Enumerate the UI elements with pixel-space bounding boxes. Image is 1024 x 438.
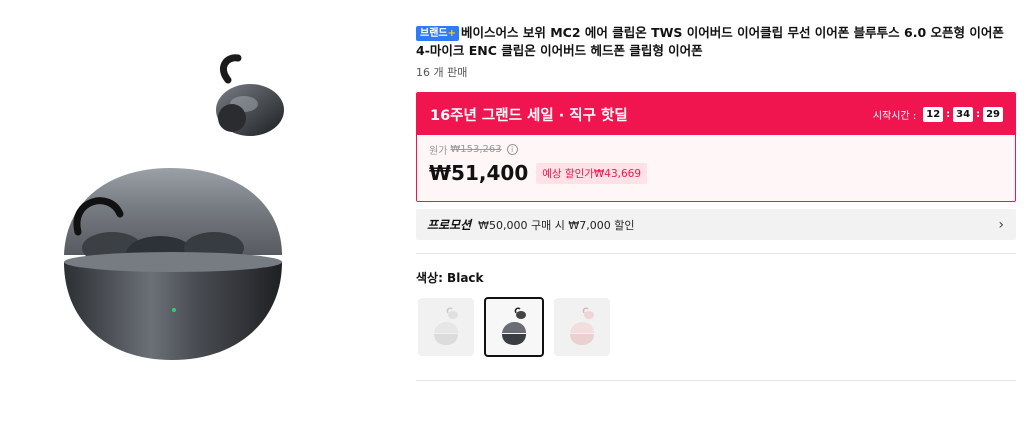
- color-swatches: [418, 297, 610, 357]
- price-row: ₩51,400 예상 할인가₩43,669: [429, 161, 1003, 185]
- original-price-label: 원가: [429, 146, 448, 157]
- timer-seconds: 29: [983, 106, 1003, 122]
- white-earbuds-thumbnail-icon: [434, 307, 458, 345]
- timer-minutes: 34: [953, 106, 974, 122]
- black-earbuds-thumbnail-icon: [502, 307, 526, 345]
- deal-body: 원가 ₩153,263 i ₩51,400 예상 할인가₩43,669: [417, 135, 1015, 201]
- timer-label: 시작시간 :: [872, 110, 917, 122]
- pink-earbuds-thumbnail-icon: [570, 307, 594, 345]
- timer-separator: :: [946, 108, 951, 120]
- brand-plus-icon: +: [447, 28, 456, 39]
- color-label: 색상: Black: [416, 271, 484, 285]
- original-price-row: 원가 ₩153,263 i: [429, 142, 1003, 157]
- original-price: ₩153,263: [450, 144, 502, 155]
- product-title: 브랜드+ 베이스어스 보위 MC2 에어 클립온 TWS 이어버드 이어클립 무선…: [416, 24, 1016, 60]
- divider: [416, 253, 1016, 254]
- chevron-right-icon[interactable]: ›: [998, 217, 1004, 233]
- timer-separator: :: [976, 108, 981, 120]
- sale-price: ₩51,400: [429, 161, 529, 185]
- promotion-text: ₩50,000 구매 시 ₩7,000 할인: [478, 218, 635, 232]
- product-title-text: 베이스어스 보위 MC2 에어 클립온 TWS 이어버드 이어클립 무선 이어폰…: [416, 25, 1004, 58]
- product-image[interactable]: [0, 0, 395, 438]
- expected-discount-badge: 예상 할인가₩43,669: [536, 162, 648, 184]
- earbuds-case-image: [64, 54, 284, 360]
- deal-title: 16주년 그랜드 세일 · 직구 핫딜: [430, 107, 628, 124]
- color-option-white[interactable]: [418, 298, 474, 356]
- deal-header: 16주년 그랜드 세일 · 직구 핫딜 시작시간 : 12 : 34 : 29: [417, 93, 1015, 135]
- promotion-row[interactable]: 프로모션 ₩50,000 구매 시 ₩7,000 할인 ›: [416, 209, 1016, 240]
- info-icon[interactable]: i: [506, 144, 518, 155]
- timer-hours: 12: [923, 106, 944, 122]
- countdown-timer: 시작시간 : 12 : 34 : 29: [872, 106, 1003, 122]
- color-option-black[interactable]: [484, 297, 544, 357]
- promotion-label: 프로모션: [427, 218, 472, 232]
- deal-box: 16주년 그랜드 세일 · 직구 핫딜 시작시간 : 12 : 34 : 29 …: [416, 92, 1016, 202]
- brand-badge[interactable]: 브랜드+: [416, 26, 459, 41]
- sold-count: 16 개 판매: [416, 66, 468, 79]
- color-option-pink[interactable]: [554, 298, 610, 356]
- product-info: 브랜드+ 베이스어스 보위 MC2 에어 클립온 TWS 이어버드 이어클립 무선…: [416, 24, 1016, 80]
- divider: [416, 380, 1016, 381]
